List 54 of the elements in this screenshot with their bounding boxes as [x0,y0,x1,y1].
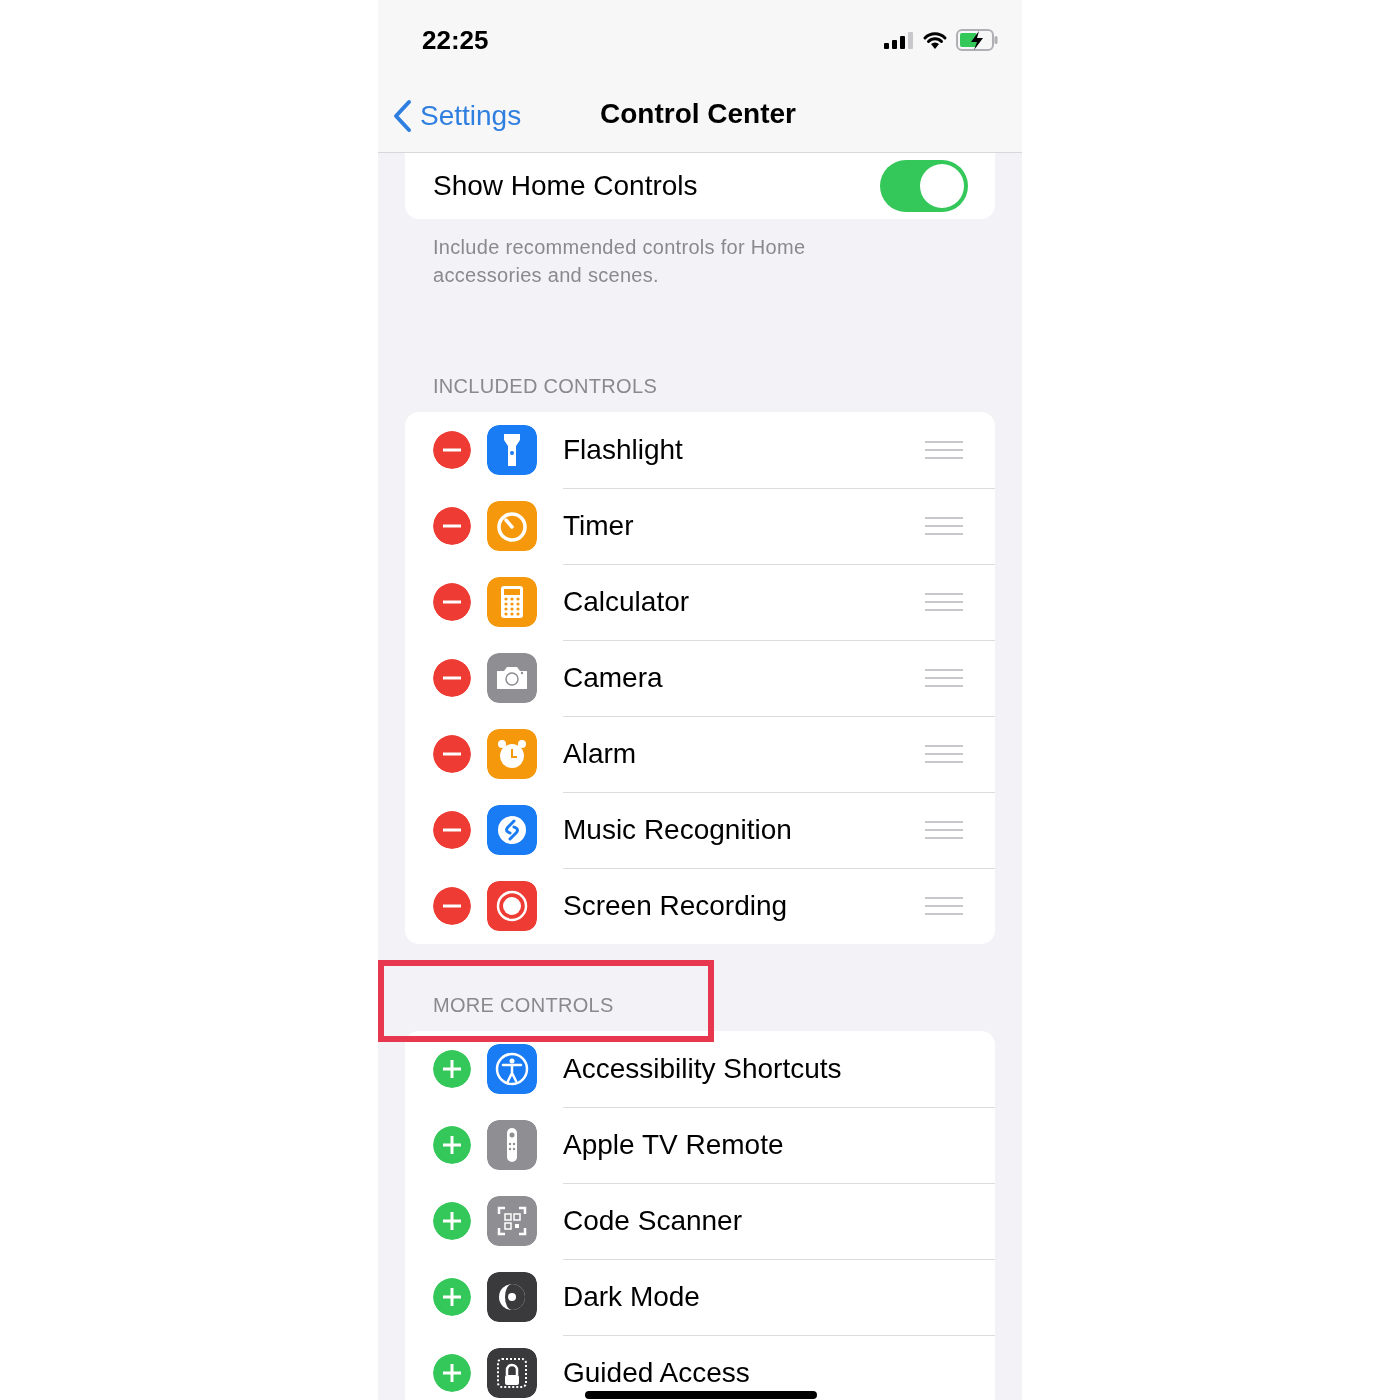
qr-code-icon [487,1196,537,1246]
drag-handle-icon[interactable] [925,743,963,764]
control-label[interactable]: Camera [563,661,663,694]
page-title: Control Center [600,98,796,130]
drag-handle-icon[interactable] [925,591,963,612]
control-label[interactable]: Flashlight [563,433,683,466]
drag-handle-icon[interactable] [925,896,963,916]
back-button[interactable]: Settings [378,99,522,133]
calculator-icon [487,577,537,627]
battery-icon [956,29,998,51]
add-button[interactable] [433,1354,471,1392]
section-header: INCLUDED CONTROLS [432,375,659,399]
control-label[interactable]: Timer [563,509,634,542]
section-header: MORE CONTROLS [432,994,615,1018]
remove-button[interactable] [433,735,471,773]
toggle-switch[interactable] [880,160,968,212]
dark-mode-icon [487,1272,537,1322]
control-label[interactable]: Apple TV Remote [563,1128,784,1161]
add-button[interactable] [433,1278,471,1316]
drag-handle-icon[interactable] [925,515,963,536]
alarm-clock-icon [487,729,537,779]
add-button[interactable] [433,1050,471,1088]
control-label[interactable]: Dark Mode [563,1280,700,1313]
control-label[interactable]: Calculator [563,585,690,618]
control-label[interactable]: Screen Recording [563,890,788,922]
accessibility-icon [487,1044,537,1094]
remove-button[interactable] [433,507,471,545]
control-label[interactable]: Alarm [563,737,637,770]
timer-icon [487,501,537,551]
record-icon [487,881,537,931]
drag-handle-icon[interactable] [925,667,963,688]
footer-text: Include recommended controls for Home accessories and scenes. [432,235,807,288]
remove-button[interactable] [433,431,471,469]
control-label[interactable]: Guided Access [563,1357,750,1389]
remove-button[interactable] [433,887,471,925]
remote-icon [487,1120,537,1170]
setting-label: Show Home Controls [433,170,698,202]
control-label[interactable]: Accessibility Shortcuts [563,1052,842,1085]
drag-handle-icon[interactable] [925,439,963,460]
remove-button[interactable] [433,659,471,697]
control-label[interactable]: Code Scanner [563,1204,742,1237]
status-time: 22:25 [422,24,489,56]
signal-icon [884,31,914,49]
add-button[interactable] [433,1202,471,1240]
control-label[interactable]: Music Recognition [563,813,792,846]
flashlight-icon [487,425,537,475]
add-button[interactable] [433,1126,471,1164]
wifi-icon [922,30,948,50]
remove-button[interactable] [433,811,471,849]
camera-icon [487,653,537,703]
drag-handle-icon[interactable] [925,819,963,840]
music-recognition-icon [487,805,537,855]
remove-button[interactable] [433,583,471,621]
chevron-icon [392,99,412,133]
